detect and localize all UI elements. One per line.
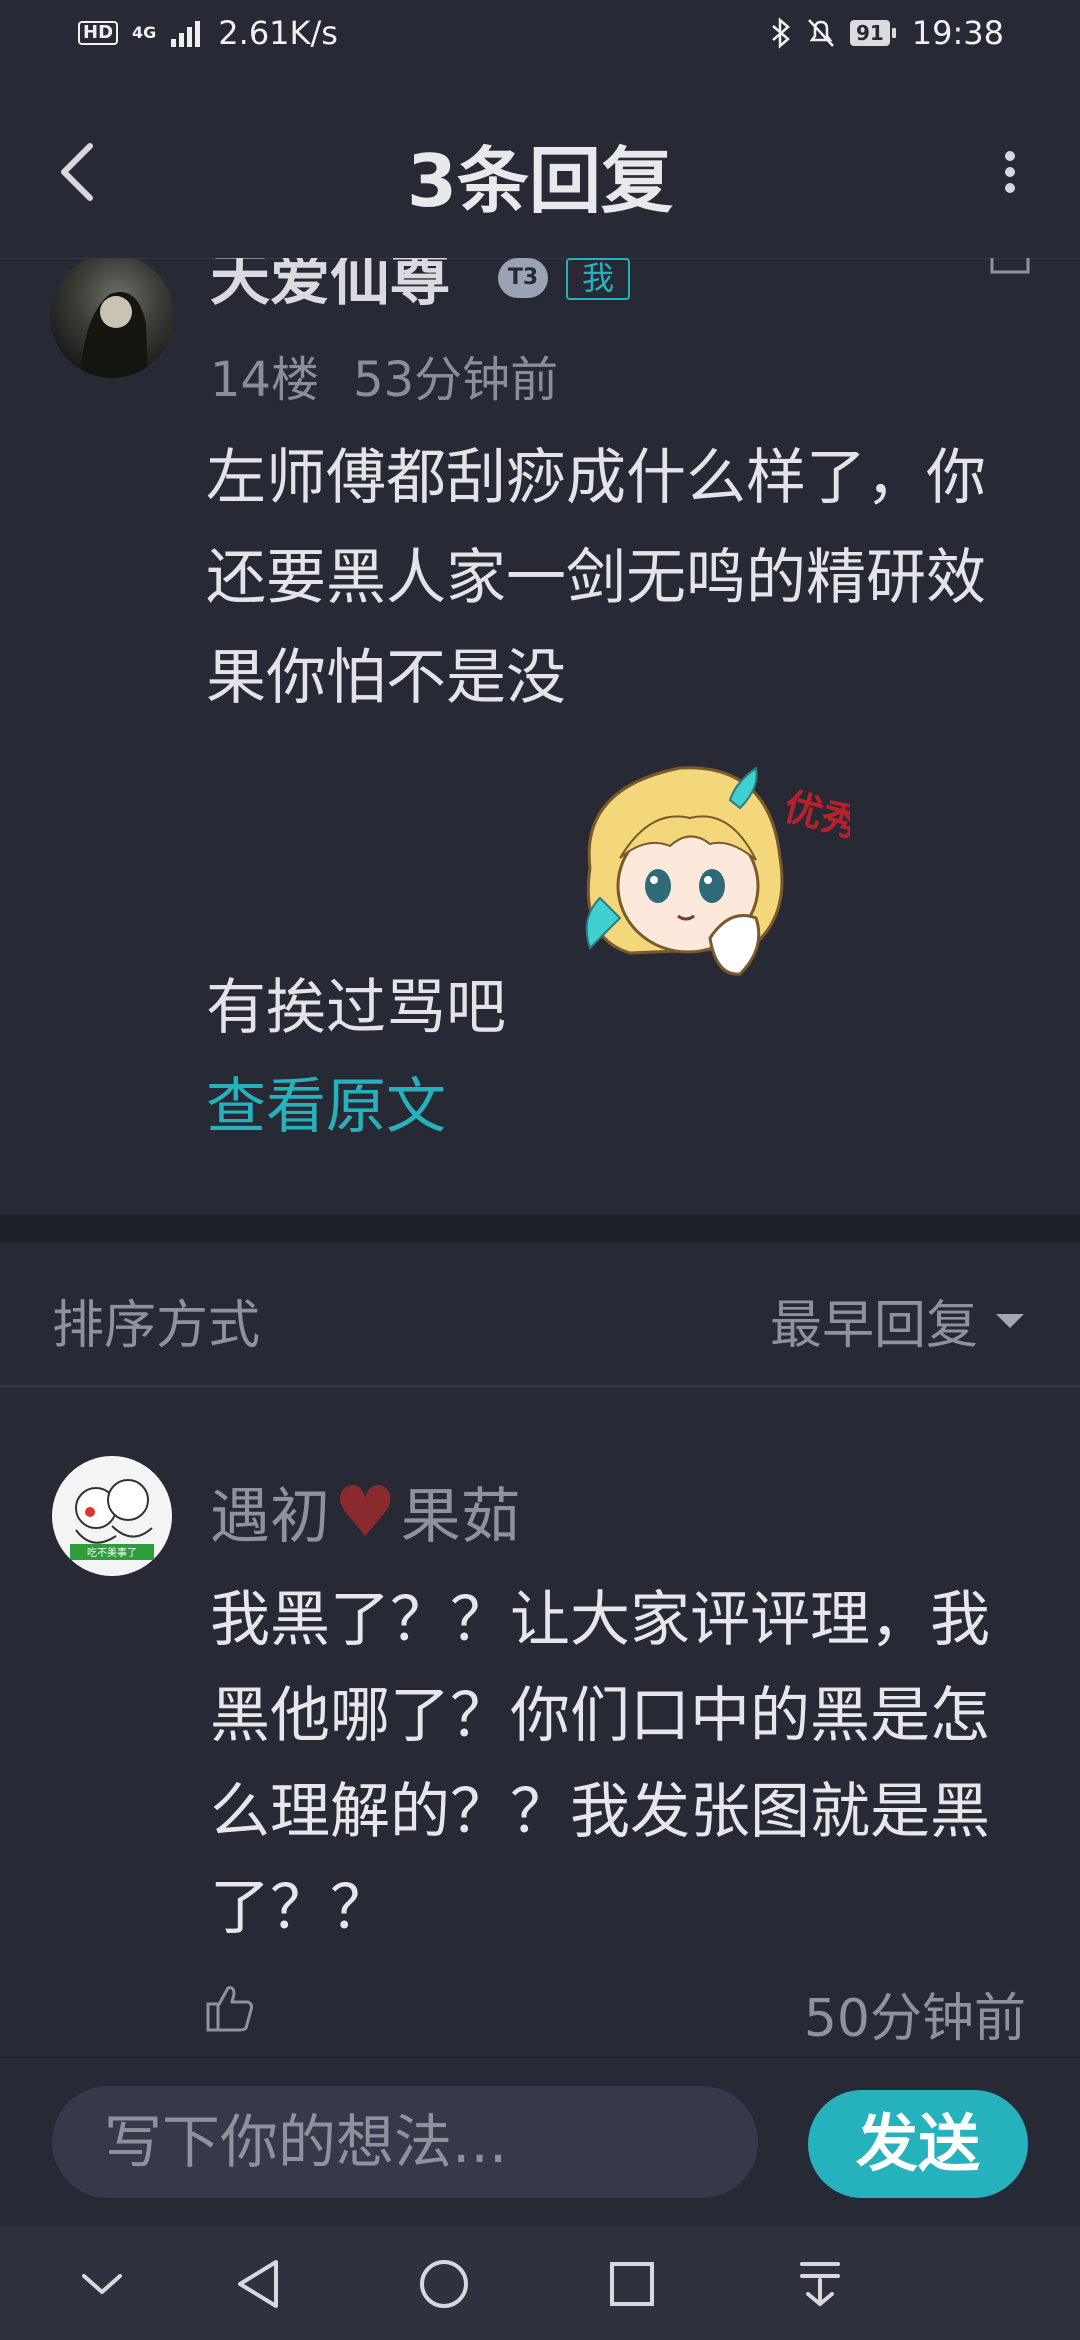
mute-bell-icon xyxy=(808,19,834,47)
clock: 19:38 xyxy=(911,14,1004,52)
battery-icon: 91 xyxy=(849,20,896,46)
avatar-image xyxy=(80,292,148,378)
post-meta: 14楼 53分钟前 xyxy=(210,340,558,410)
me-badge: 我 xyxy=(566,258,631,300)
status-bar: HD 4G 2.61K/s 91 19:38 xyxy=(0,0,1080,72)
avatar-image: 吃不美事了 xyxy=(70,1479,154,1560)
caret-down-icon xyxy=(996,1313,1024,1328)
send-button[interactable]: 发送 xyxy=(808,2090,1028,2198)
reply-author-name-part2: 果茹 xyxy=(400,1482,521,1552)
section-divider xyxy=(0,1215,1080,1243)
more-options-button[interactable] xyxy=(980,132,1040,212)
original-comment: 天爱仙尊 T3 我 14楼 53分钟前 左师傅都刮痧成什么样了，你还要黑人家一剑无… xyxy=(0,258,1080,1215)
nav-home-button[interactable] xyxy=(412,2252,476,2316)
hide-keyboard-button[interactable] xyxy=(70,2252,134,2316)
author-avatar[interactable] xyxy=(50,258,174,378)
chevron-down-icon xyxy=(82,2274,122,2294)
thumbs-up-icon[interactable] xyxy=(204,1982,256,2034)
heart-icon: ♥ xyxy=(334,1470,397,1553)
post-time: 53分钟前 xyxy=(353,352,559,408)
floor-number: 14楼 xyxy=(210,352,320,408)
top-app-bar: 3条回复 xyxy=(0,72,1080,259)
avatar-caption: 吃不美事了 xyxy=(87,1546,137,1559)
sort-value: 最早回复 xyxy=(769,1296,978,1356)
network-type: 4G xyxy=(132,23,157,42)
share-icon[interactable] xyxy=(988,258,1032,276)
author-name[interactable]: 天爱仙尊 xyxy=(210,258,450,317)
reply-avatar[interactable]: 吃不美事了 xyxy=(52,1456,172,1576)
nav-back-button[interactable] xyxy=(226,2252,290,2316)
view-original-link[interactable]: 查看原文 xyxy=(206,1058,446,1145)
comment-input-bar: 写下你的想法... 发送 xyxy=(0,2056,1080,2228)
sort-label: 排序方式 xyxy=(52,1296,261,1356)
more-vertical-icon xyxy=(1005,151,1015,193)
reply-author-name[interactable]: 遇初 ♥ 果茹 xyxy=(210,1468,521,1555)
sticker-image[interactable]: 优秀 xyxy=(560,748,864,1008)
sort-bar: 排序方式 最早回复 xyxy=(0,1243,1080,1387)
reply-author-name-part1: 遇初 xyxy=(210,1482,330,1552)
signal-icon xyxy=(171,21,201,47)
page-title: 3条回复 xyxy=(406,139,674,223)
nav-recents-button[interactable] xyxy=(600,2252,664,2316)
pull-down-icon xyxy=(800,2262,840,2306)
post-text: 左师傅都刮痧成什么样了，你还要黑人家一剑无鸣的精研效果你怕不是没 xyxy=(206,443,986,713)
circle-home-icon xyxy=(420,2260,468,2308)
notification-drawer-button[interactable] xyxy=(788,2252,852,2316)
square-recents-icon xyxy=(610,2262,654,2306)
reply-item: 吃不美事了 遇初 ♥ 果茹 我黑了？？让大家评评理，我黑他哪了？你们口中的黑是怎… xyxy=(0,1386,1080,2056)
hd-indicator: HD xyxy=(78,21,119,45)
sticker-caption: 优秀 xyxy=(780,784,850,846)
system-nav-bar xyxy=(0,2226,1080,2340)
reply-time: 50分钟前 xyxy=(803,1989,1026,2049)
comment-input[interactable]: 写下你的想法... xyxy=(52,2086,758,2198)
reply-text: 我黑了？？让大家评评理，我黑他哪了？你们口中的黑是怎么理解的？？我发张图就是黑了… xyxy=(210,1585,990,1943)
network-speed: 2.61K/s xyxy=(218,14,338,52)
bluetooth-icon xyxy=(772,17,790,49)
triangle-back-icon xyxy=(238,2260,278,2308)
level-badge: T3 xyxy=(498,258,548,298)
sort-dropdown[interactable]: 最早回复 xyxy=(770,1283,1024,1358)
